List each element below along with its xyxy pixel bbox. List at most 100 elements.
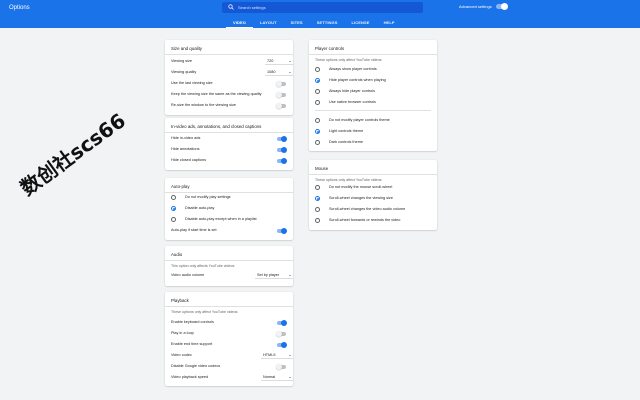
autoplay-option-3-label: Disable auto-play except when in a playl… bbox=[185, 217, 257, 221]
speed-label: Video playback speed bbox=[171, 375, 209, 379]
hide-captions-toggle[interactable] bbox=[277, 158, 287, 164]
loop-toggle[interactable] bbox=[276, 331, 286, 337]
radio-button[interactable] bbox=[315, 196, 320, 201]
search-box[interactable] bbox=[222, 2, 423, 13]
theme-option-3[interactable]: Dark controls theme bbox=[315, 139, 431, 147]
tab-layout[interactable]: LAYOUT bbox=[253, 17, 284, 28]
mouse-option-3[interactable]: Scroll-wheel changes the video audio vol… bbox=[315, 206, 431, 214]
hide-ads-row: Hide in-video ads bbox=[171, 135, 287, 143]
radio-button[interactable] bbox=[315, 67, 320, 72]
tab-sites[interactable]: SITES bbox=[284, 17, 310, 28]
audio-volume-value: Set by player bbox=[257, 273, 280, 277]
radio-button[interactable] bbox=[315, 218, 320, 223]
google-video-toggle[interactable] bbox=[276, 364, 286, 370]
advanced-settings-label: Advanced settings bbox=[459, 4, 492, 9]
watermark-text: 数创社scs66 bbox=[16, 108, 130, 200]
theme-option-1-label: Do not modify player controls theme bbox=[329, 118, 390, 122]
google-video-label: Disable Google video codecs bbox=[171, 364, 221, 368]
playback-note: These options only affect YouTube videos… bbox=[171, 310, 239, 314]
audio-volume-select[interactable]: Set by player bbox=[255, 272, 293, 279]
time-support-toggle[interactable] bbox=[277, 342, 287, 348]
size-quality-title: Size and quality bbox=[171, 46, 202, 51]
theme-option-2[interactable]: Light controls theme bbox=[315, 128, 431, 136]
radio-button[interactable] bbox=[315, 129, 320, 134]
mouse-option-4[interactable]: Scroll-wheel forwards or rewinds the vid… bbox=[315, 217, 431, 225]
tab-license[interactable]: LICENSE bbox=[345, 17, 377, 28]
player-controls-title: Player controls bbox=[315, 46, 345, 51]
divider bbox=[165, 306, 293, 307]
mouse-title: Mouse bbox=[315, 166, 329, 171]
radio-button[interactable] bbox=[315, 118, 320, 123]
autoplay-option-1[interactable]: Do not modify play settings bbox=[171, 194, 287, 202]
speed-select[interactable]: Normal bbox=[261, 374, 293, 381]
radio-button[interactable] bbox=[171, 206, 176, 211]
speed-value: Normal bbox=[263, 375, 276, 379]
radio-button[interactable] bbox=[315, 207, 320, 212]
radio-button[interactable] bbox=[315, 140, 320, 145]
divider bbox=[315, 110, 431, 111]
codec-row: Video codec HTML5 bbox=[171, 352, 293, 360]
autoplay-option-2[interactable]: Disable auto-play bbox=[171, 205, 287, 213]
top-bar: Options Advanced settings VIDEO LAYOUT S… bbox=[0, 0, 640, 28]
mouse-option-1[interactable]: Do not modify the mouse scroll-wheel bbox=[315, 184, 431, 192]
advanced-settings-toggle[interactable] bbox=[496, 3, 508, 10]
keep-size-label: Keep the viewing size the same as the vi… bbox=[171, 92, 262, 96]
radio-button[interactable] bbox=[315, 78, 320, 83]
radio-button[interactable] bbox=[171, 217, 176, 222]
keyboard-toggle[interactable] bbox=[277, 320, 287, 326]
audio-title: Audio bbox=[171, 252, 183, 257]
hide-ads-toggle[interactable] bbox=[277, 136, 287, 142]
radio-button[interactable] bbox=[315, 185, 320, 190]
divider bbox=[309, 54, 437, 55]
mouse-card: Mouse These options only affect YouTube … bbox=[309, 160, 437, 230]
resize-window-label: Re-size the window to the viewing size bbox=[171, 103, 236, 107]
resize-window-toggle[interactable] bbox=[276, 103, 286, 109]
controls-option-2-label: Hide player controls when playing bbox=[329, 78, 386, 82]
viewing-quality-row: Viewing quality 1080 bbox=[171, 69, 293, 77]
codec-select[interactable]: HTML5 bbox=[261, 352, 293, 359]
start-time-row: Auto-play if start time is set bbox=[171, 227, 287, 235]
chevron-down-icon bbox=[289, 354, 291, 356]
viewing-size-value: 720 bbox=[267, 59, 274, 63]
tab-settings[interactable]: SETTINGS bbox=[310, 17, 345, 28]
theme-option-1[interactable]: Do not modify player controls theme bbox=[315, 117, 431, 125]
hide-annotations-row: Hide annotations bbox=[171, 146, 287, 154]
radio-button[interactable] bbox=[315, 89, 320, 94]
radio-button[interactable] bbox=[315, 100, 320, 105]
controls-option-2[interactable]: Hide player controls when playing bbox=[315, 77, 431, 85]
viewing-quality-label: Viewing quality bbox=[171, 70, 197, 74]
use-last-size-row: Use the last viewing size bbox=[171, 80, 287, 88]
in-video-title: In-video ads, annotations, and closed ca… bbox=[171, 124, 262, 129]
mouse-option-2[interactable]: Scroll-wheel changes the viewing size bbox=[315, 195, 431, 203]
use-last-size-label: Use the last viewing size bbox=[171, 81, 213, 85]
start-time-toggle[interactable] bbox=[277, 228, 287, 234]
autoplay-title: Auto-play bbox=[171, 184, 190, 189]
mouse-option-1-label: Do not modify the mouse scroll-wheel bbox=[329, 185, 393, 189]
controls-option-4[interactable]: Use native browser controls bbox=[315, 99, 431, 107]
tab-video[interactable]: VIDEO bbox=[226, 17, 253, 28]
viewing-quality-select[interactable]: 1080 bbox=[265, 69, 293, 76]
resize-window-row: Re-size the window to the viewing size bbox=[171, 102, 287, 110]
controls-option-4-label: Use native browser controls bbox=[329, 100, 376, 104]
divider bbox=[165, 132, 293, 133]
viewing-size-select[interactable]: 720 bbox=[265, 58, 293, 65]
use-last-size-toggle[interactable] bbox=[276, 81, 286, 87]
radio-button[interactable] bbox=[171, 195, 176, 200]
player-controls-card: Player controls These options only affec… bbox=[309, 40, 437, 151]
theme-option-3-label: Dark controls theme bbox=[329, 140, 363, 144]
chevron-down-icon bbox=[289, 376, 291, 378]
hide-annotations-toggle[interactable] bbox=[277, 147, 287, 153]
codec-label: Video codec bbox=[171, 353, 192, 357]
autoplay-option-3[interactable]: Disable auto-play except when in a playl… bbox=[171, 216, 287, 224]
mouse-note: These options only affect YouTube videos… bbox=[315, 178, 383, 182]
viewing-size-row: Viewing size 720 bbox=[171, 58, 293, 66]
time-support-label: Enable end time support bbox=[171, 342, 213, 346]
controls-option-3[interactable]: Always hide player controls bbox=[315, 88, 431, 96]
mouse-option-4-label: Scroll-wheel forwards or rewinds the vid… bbox=[329, 218, 401, 222]
tab-help[interactable]: HELP bbox=[377, 17, 402, 28]
controls-option-1-label: Always show player controls bbox=[329, 67, 377, 71]
controls-option-1[interactable]: Always show player controls bbox=[315, 66, 431, 74]
chevron-down-icon bbox=[289, 274, 291, 276]
search-input[interactable] bbox=[238, 3, 418, 12]
keep-size-toggle[interactable] bbox=[276, 92, 286, 98]
